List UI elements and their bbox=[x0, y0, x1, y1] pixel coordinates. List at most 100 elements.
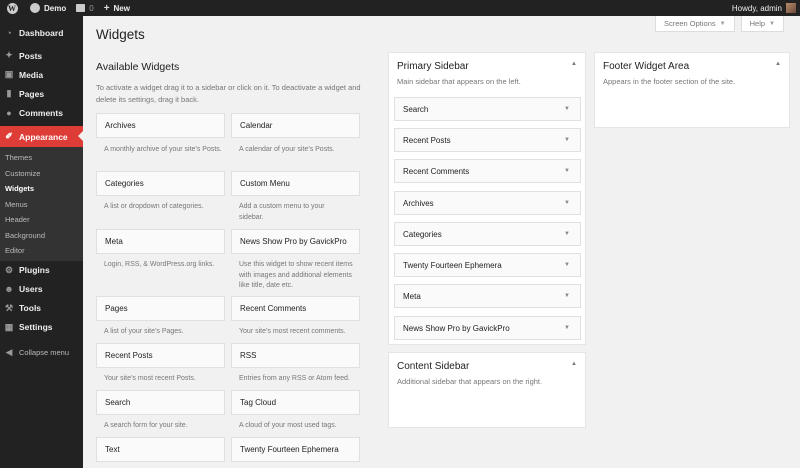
submenu-customize[interactable]: Customize bbox=[0, 166, 83, 182]
widget-pages[interactable]: Pages bbox=[96, 296, 225, 321]
expand-arrow-icon[interactable]: ▼ bbox=[564, 293, 570, 299]
collapse-arrow-icon: ◀ bbox=[5, 346, 13, 357]
sidebar-widget-recent-posts[interactable]: Recent Posts ▼ bbox=[394, 128, 581, 152]
submenu-background[interactable]: Background bbox=[0, 228, 83, 244]
available-widgets-description: To activate a widget drag it to a sideba… bbox=[96, 83, 361, 104]
sidebar-widget-label: Categories bbox=[403, 229, 442, 239]
screen-options-label: Screen Options bbox=[663, 19, 716, 28]
widget-description: A list of your site’s Pages. bbox=[104, 328, 184, 335]
menu-plugins[interactable]: ⚙ Plugins bbox=[0, 261, 83, 280]
expand-arrow-icon[interactable]: ▼ bbox=[564, 325, 570, 331]
widget-recent-posts[interactable]: Recent Posts bbox=[96, 343, 225, 368]
media-icon: ▣ bbox=[4, 69, 14, 79]
sidebar-widget-ephemera[interactable]: Twenty Fourteen Ephemera ▼ bbox=[394, 253, 581, 277]
widget-categories[interactable]: Categories bbox=[96, 171, 225, 196]
menu-comments[interactable]: ● Comments bbox=[0, 103, 83, 122]
expand-arrow-icon[interactable]: ▼ bbox=[564, 137, 570, 143]
widget-twenty-fourteen-ephemera[interactable]: Twenty Fourteen Ephemera bbox=[231, 437, 360, 462]
widget-description: A calendar of your site’s Posts. bbox=[239, 146, 335, 153]
expand-arrow-icon[interactable]: ▼ bbox=[564, 200, 570, 206]
widget-description: Entries from any RSS or Atom feed. bbox=[239, 375, 350, 382]
menu-media[interactable]: ▣ Media bbox=[0, 65, 83, 84]
widget-description: A search form for your site. bbox=[104, 422, 188, 429]
page-title: Widgets bbox=[96, 27, 145, 42]
account-menu[interactable]: Howdy, admin bbox=[732, 0, 796, 16]
widget-recent-comments[interactable]: Recent Comments bbox=[231, 296, 360, 321]
submenu-menus[interactable]: Menus bbox=[0, 197, 83, 213]
sidebar-widget-label: Archives bbox=[403, 198, 434, 208]
content-sidebar-panel: Content Sidebar ▲ Additional sidebar tha… bbox=[388, 352, 586, 428]
widget-news-show-pro[interactable]: News Show Pro by GavickPro bbox=[231, 229, 360, 254]
content-sidebar-description: Additional sidebar that appears on the r… bbox=[397, 377, 543, 386]
menu-label: Media bbox=[19, 69, 44, 80]
sidebar-widget-label: Meta bbox=[403, 291, 421, 301]
expand-arrow-icon[interactable]: ▼ bbox=[564, 106, 570, 112]
menu-label: Posts bbox=[19, 50, 43, 61]
sidebar-widget-news-show-pro[interactable]: News Show Pro by GavickPro ▼ bbox=[394, 316, 581, 340]
help-label: Help bbox=[749, 19, 766, 28]
submenu-header[interactable]: Header bbox=[0, 212, 83, 228]
available-widgets-title: Available Widgets bbox=[96, 61, 180, 73]
sidebar-widget-search[interactable]: Search ▼ bbox=[394, 97, 581, 121]
new-label: New bbox=[113, 3, 130, 13]
menu-appearance[interactable]: ✐ Appearance bbox=[0, 126, 83, 147]
caret-down-icon: ▼ bbox=[769, 20, 775, 27]
menu-label: Comments bbox=[19, 107, 63, 118]
menu-settings[interactable]: ▦ Settings bbox=[0, 318, 83, 337]
menu-dashboard[interactable]: ◔ Dashboard bbox=[0, 23, 83, 42]
widget-archives[interactable]: Archives bbox=[96, 113, 225, 138]
widget-description: Add a custom menu to your sidebar. bbox=[239, 203, 325, 221]
widget-rss[interactable]: RSS bbox=[231, 343, 360, 368]
paintbrush-icon: ✐ bbox=[5, 131, 13, 141]
primary-sidebar-description: Main sidebar that appears on the left. bbox=[397, 77, 521, 86]
site-name-link[interactable]: Demo bbox=[30, 3, 66, 13]
menu-label: Plugins bbox=[19, 265, 50, 275]
menu-users[interactable]: ☻ Users bbox=[0, 280, 83, 299]
collapse-toggle-icon[interactable]: ▲ bbox=[775, 61, 781, 67]
howdy-text: Howdy, admin bbox=[731, 3, 782, 13]
menu-label: Appearance bbox=[19, 131, 68, 142]
content-sidebar-title[interactable]: Content Sidebar bbox=[397, 361, 469, 372]
submenu-editor[interactable]: Editor bbox=[0, 243, 83, 259]
comments-link[interactable]: 0 bbox=[76, 4, 94, 13]
settings-icon: ▦ bbox=[4, 321, 14, 332]
widget-custom-menu[interactable]: Custom Menu bbox=[231, 171, 360, 196]
menu-label: Settings bbox=[19, 322, 53, 332]
wordpress-logo-icon[interactable]: W bbox=[4, 0, 20, 16]
new-content-link[interactable]: + New bbox=[104, 3, 130, 14]
screen-options-button[interactable]: Screen Options ▼ bbox=[654, 16, 735, 32]
sidebar-widget-archives[interactable]: Archives ▼ bbox=[394, 191, 581, 215]
menu-posts[interactable]: ✦ Posts bbox=[0, 46, 83, 65]
wrench-icon: ⚒ bbox=[4, 302, 14, 313]
menu-pages[interactable]: ▮ Pages bbox=[0, 84, 83, 103]
expand-arrow-icon[interactable]: ▼ bbox=[564, 168, 570, 174]
collapse-menu[interactable]: ◀ Collapse menu bbox=[0, 343, 83, 362]
submenu-themes[interactable]: Themes bbox=[0, 150, 83, 166]
widget-meta[interactable]: Meta bbox=[96, 229, 225, 254]
submenu-widgets[interactable]: Widgets bbox=[0, 181, 83, 197]
sidebar-widget-meta[interactable]: Meta ▼ bbox=[394, 284, 581, 308]
help-button[interactable]: Help ▼ bbox=[740, 16, 784, 32]
sidebar-widget-label: Twenty Fourteen Ephemera bbox=[403, 260, 502, 270]
sidebar-widget-recent-comments[interactable]: Recent Comments ▼ bbox=[394, 159, 581, 183]
menu-tools[interactable]: ⚒ Tools bbox=[0, 299, 83, 318]
collapse-toggle-icon[interactable]: ▲ bbox=[571, 61, 577, 67]
home-icon bbox=[30, 3, 40, 13]
widget-description: A list or dropdown of categories. bbox=[104, 203, 204, 210]
primary-sidebar-title[interactable]: Primary Sidebar bbox=[397, 61, 469, 72]
comment-icon: ● bbox=[6, 107, 12, 118]
plus-icon: + bbox=[103, 2, 110, 14]
collapse-label: Collapse menu bbox=[19, 347, 70, 357]
widget-text[interactable]: Text bbox=[96, 437, 225, 462]
widget-tag-cloud[interactable]: Tag Cloud bbox=[231, 390, 360, 415]
footer-widget-area-title[interactable]: Footer Widget Area bbox=[603, 61, 689, 72]
widget-search[interactable]: Search bbox=[96, 390, 225, 415]
sidebar-widget-label: Recent Comments bbox=[403, 166, 470, 176]
expand-arrow-icon[interactable]: ▼ bbox=[564, 262, 570, 268]
collapse-toggle-icon[interactable]: ▲ bbox=[571, 361, 577, 367]
widget-description: Your site’s most recent comments. bbox=[239, 328, 346, 335]
sidebar-widget-categories[interactable]: Categories ▼ bbox=[394, 222, 581, 246]
expand-arrow-icon[interactable]: ▼ bbox=[564, 231, 570, 237]
widget-calendar[interactable]: Calendar bbox=[231, 113, 360, 138]
menu-label: Dashboard bbox=[19, 27, 64, 38]
